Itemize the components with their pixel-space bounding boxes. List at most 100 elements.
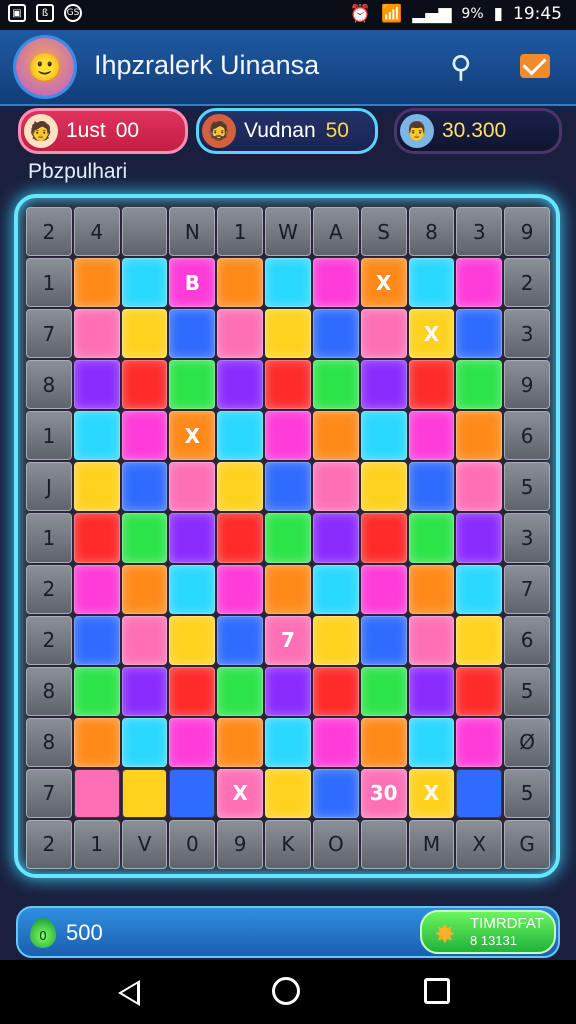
puzzle-piece[interactable]: 30 bbox=[360, 768, 407, 818]
puzzle-piece[interactable] bbox=[73, 564, 120, 614]
puzzle-piece[interactable] bbox=[169, 717, 216, 767]
puzzle-piece[interactable] bbox=[169, 309, 216, 359]
player-card-3[interactable]: 👨 30.300 bbox=[394, 108, 562, 154]
player-card-2[interactable]: 🧔 Vudnan 50 bbox=[196, 108, 378, 154]
puzzle-piece[interactable] bbox=[456, 717, 503, 767]
board-edge-tile[interactable] bbox=[360, 819, 407, 869]
puzzle-piece[interactable] bbox=[265, 666, 311, 716]
board-edge-tile[interactable]: 3 bbox=[456, 207, 503, 257]
board-edge-tile[interactable]: 5 bbox=[504, 462, 550, 512]
recent-apps-icon[interactable] bbox=[424, 978, 450, 1004]
puzzle-piece[interactable] bbox=[312, 462, 359, 512]
board-edge-tile[interactable]: S bbox=[360, 207, 407, 257]
puzzle-piece[interactable] bbox=[265, 513, 311, 563]
puzzle-piece[interactable] bbox=[217, 666, 264, 716]
puzzle-piece[interactable] bbox=[121, 513, 168, 563]
puzzle-piece[interactable] bbox=[217, 309, 264, 359]
board-edge-tile[interactable]: 2 bbox=[504, 258, 550, 308]
puzzle-piece[interactable] bbox=[408, 462, 455, 512]
puzzle-piece[interactable] bbox=[265, 258, 311, 308]
board-edge-tile[interactable]: N bbox=[169, 207, 216, 257]
puzzle-piece[interactable] bbox=[169, 564, 216, 614]
puzzle-grid[interactable]: 2 4 N 1 W A S 8 3 9 1 B X 2 7 X 3 8 9 1 X 6 J 5 1 3 2 7 2 7 6 8 5 8 Ø 7 X 30 X… bbox=[26, 207, 550, 869]
puzzle-piece[interactable] bbox=[169, 360, 216, 410]
puzzle-piece[interactable] bbox=[217, 513, 264, 563]
puzzle-piece[interactable] bbox=[360, 309, 407, 359]
puzzle-piece[interactable] bbox=[360, 615, 407, 665]
puzzle-piece[interactable] bbox=[73, 258, 120, 308]
puzzle-piece[interactable] bbox=[312, 666, 359, 716]
board-edge-tile[interactable]: 7 bbox=[26, 768, 72, 818]
puzzle-piece[interactable] bbox=[73, 360, 120, 410]
empty-slot[interactable] bbox=[169, 768, 216, 818]
puzzle-piece[interactable]: B bbox=[169, 258, 216, 308]
puzzle-piece[interactable] bbox=[121, 564, 168, 614]
board-edge-tile[interactable]: Ø bbox=[504, 717, 550, 767]
puzzle-piece[interactable] bbox=[265, 462, 311, 512]
board-edge-tile[interactable]: 8 bbox=[26, 717, 72, 767]
board-edge-tile[interactable]: 1 bbox=[73, 819, 120, 869]
puzzle-piece[interactable] bbox=[217, 258, 264, 308]
puzzle-piece[interactable] bbox=[217, 411, 264, 461]
puzzle-piece[interactable] bbox=[312, 768, 359, 818]
board-edge-tile[interactable]: 9 bbox=[504, 207, 550, 257]
board-edge-tile[interactable]: 1 bbox=[217, 207, 264, 257]
puzzle-piece[interactable] bbox=[265, 768, 311, 818]
puzzle-piece[interactable]: 7 bbox=[265, 615, 311, 665]
puzzle-piece[interactable] bbox=[73, 513, 120, 563]
board-edge-tile[interactable]: A bbox=[312, 207, 359, 257]
board-edge-tile[interactable]: X bbox=[456, 819, 503, 869]
board-edge-tile[interactable]: 2 bbox=[26, 207, 72, 257]
puzzle-piece[interactable] bbox=[408, 513, 455, 563]
puzzle-piece[interactable] bbox=[360, 360, 407, 410]
board-edge-tile[interactable]: V bbox=[121, 819, 168, 869]
puzzle-piece[interactable] bbox=[121, 615, 168, 665]
board-edge-tile[interactable]: 9 bbox=[217, 819, 264, 869]
puzzle-piece[interactable] bbox=[408, 258, 455, 308]
puzzle-piece[interactable] bbox=[360, 717, 407, 767]
puzzle-piece[interactable] bbox=[169, 615, 216, 665]
board-edge-tile[interactable]: 6 bbox=[504, 411, 550, 461]
user-avatar[interactable]: 🙂 bbox=[16, 38, 74, 96]
puzzle-piece[interactable] bbox=[121, 309, 168, 359]
puzzle-piece[interactable]: X bbox=[217, 768, 264, 818]
puzzle-piece[interactable] bbox=[121, 360, 168, 410]
mail-button[interactable] bbox=[520, 54, 550, 78]
board-edge-tile[interactable]: 5 bbox=[504, 768, 550, 818]
puzzle-piece[interactable] bbox=[73, 615, 120, 665]
puzzle-piece[interactable] bbox=[73, 411, 120, 461]
puzzle-piece[interactable] bbox=[408, 615, 455, 665]
puzzle-piece[interactable] bbox=[456, 360, 503, 410]
puzzle-piece[interactable] bbox=[312, 564, 359, 614]
puzzle-piece[interactable]: X bbox=[360, 258, 407, 308]
board-edge-tile[interactable]: 8 bbox=[26, 360, 72, 410]
board-edge-tile[interactable]: 3 bbox=[504, 513, 550, 563]
puzzle-piece[interactable] bbox=[169, 513, 216, 563]
puzzle-piece[interactable] bbox=[217, 615, 264, 665]
puzzle-piece[interactable] bbox=[360, 462, 407, 512]
board-edge-tile[interactable]: 3 bbox=[504, 309, 550, 359]
board-edge-tile[interactable]: J bbox=[26, 462, 72, 512]
board-edge-tile[interactable]: 0 bbox=[169, 819, 216, 869]
puzzle-piece[interactable] bbox=[456, 309, 503, 359]
puzzle-piece[interactable] bbox=[312, 411, 359, 461]
puzzle-piece[interactable] bbox=[312, 717, 359, 767]
puzzle-piece[interactable] bbox=[265, 411, 311, 461]
puzzle-piece[interactable]: X bbox=[408, 309, 455, 359]
puzzle-piece[interactable] bbox=[121, 717, 168, 767]
puzzle-piece[interactable] bbox=[265, 564, 311, 614]
puzzle-piece[interactable] bbox=[121, 462, 168, 512]
puzzle-piece[interactable] bbox=[456, 462, 503, 512]
puzzle-piece[interactable] bbox=[456, 666, 503, 716]
board-edge-tile[interactable]: 1 bbox=[26, 513, 72, 563]
board-edge-tile[interactable]: 6 bbox=[504, 615, 550, 665]
puzzle-piece[interactable] bbox=[121, 411, 168, 461]
puzzle-piece[interactable] bbox=[456, 615, 503, 665]
puzzle-piece[interactable] bbox=[360, 411, 407, 461]
puzzle-piece[interactable] bbox=[408, 666, 455, 716]
puzzle-piece[interactable]: X bbox=[408, 768, 455, 818]
back-icon[interactable] bbox=[118, 980, 140, 1006]
puzzle-piece[interactable] bbox=[456, 411, 503, 461]
board-edge-tile[interactable]: W bbox=[265, 207, 311, 257]
board-edge-tile[interactable]: 8 bbox=[408, 207, 455, 257]
